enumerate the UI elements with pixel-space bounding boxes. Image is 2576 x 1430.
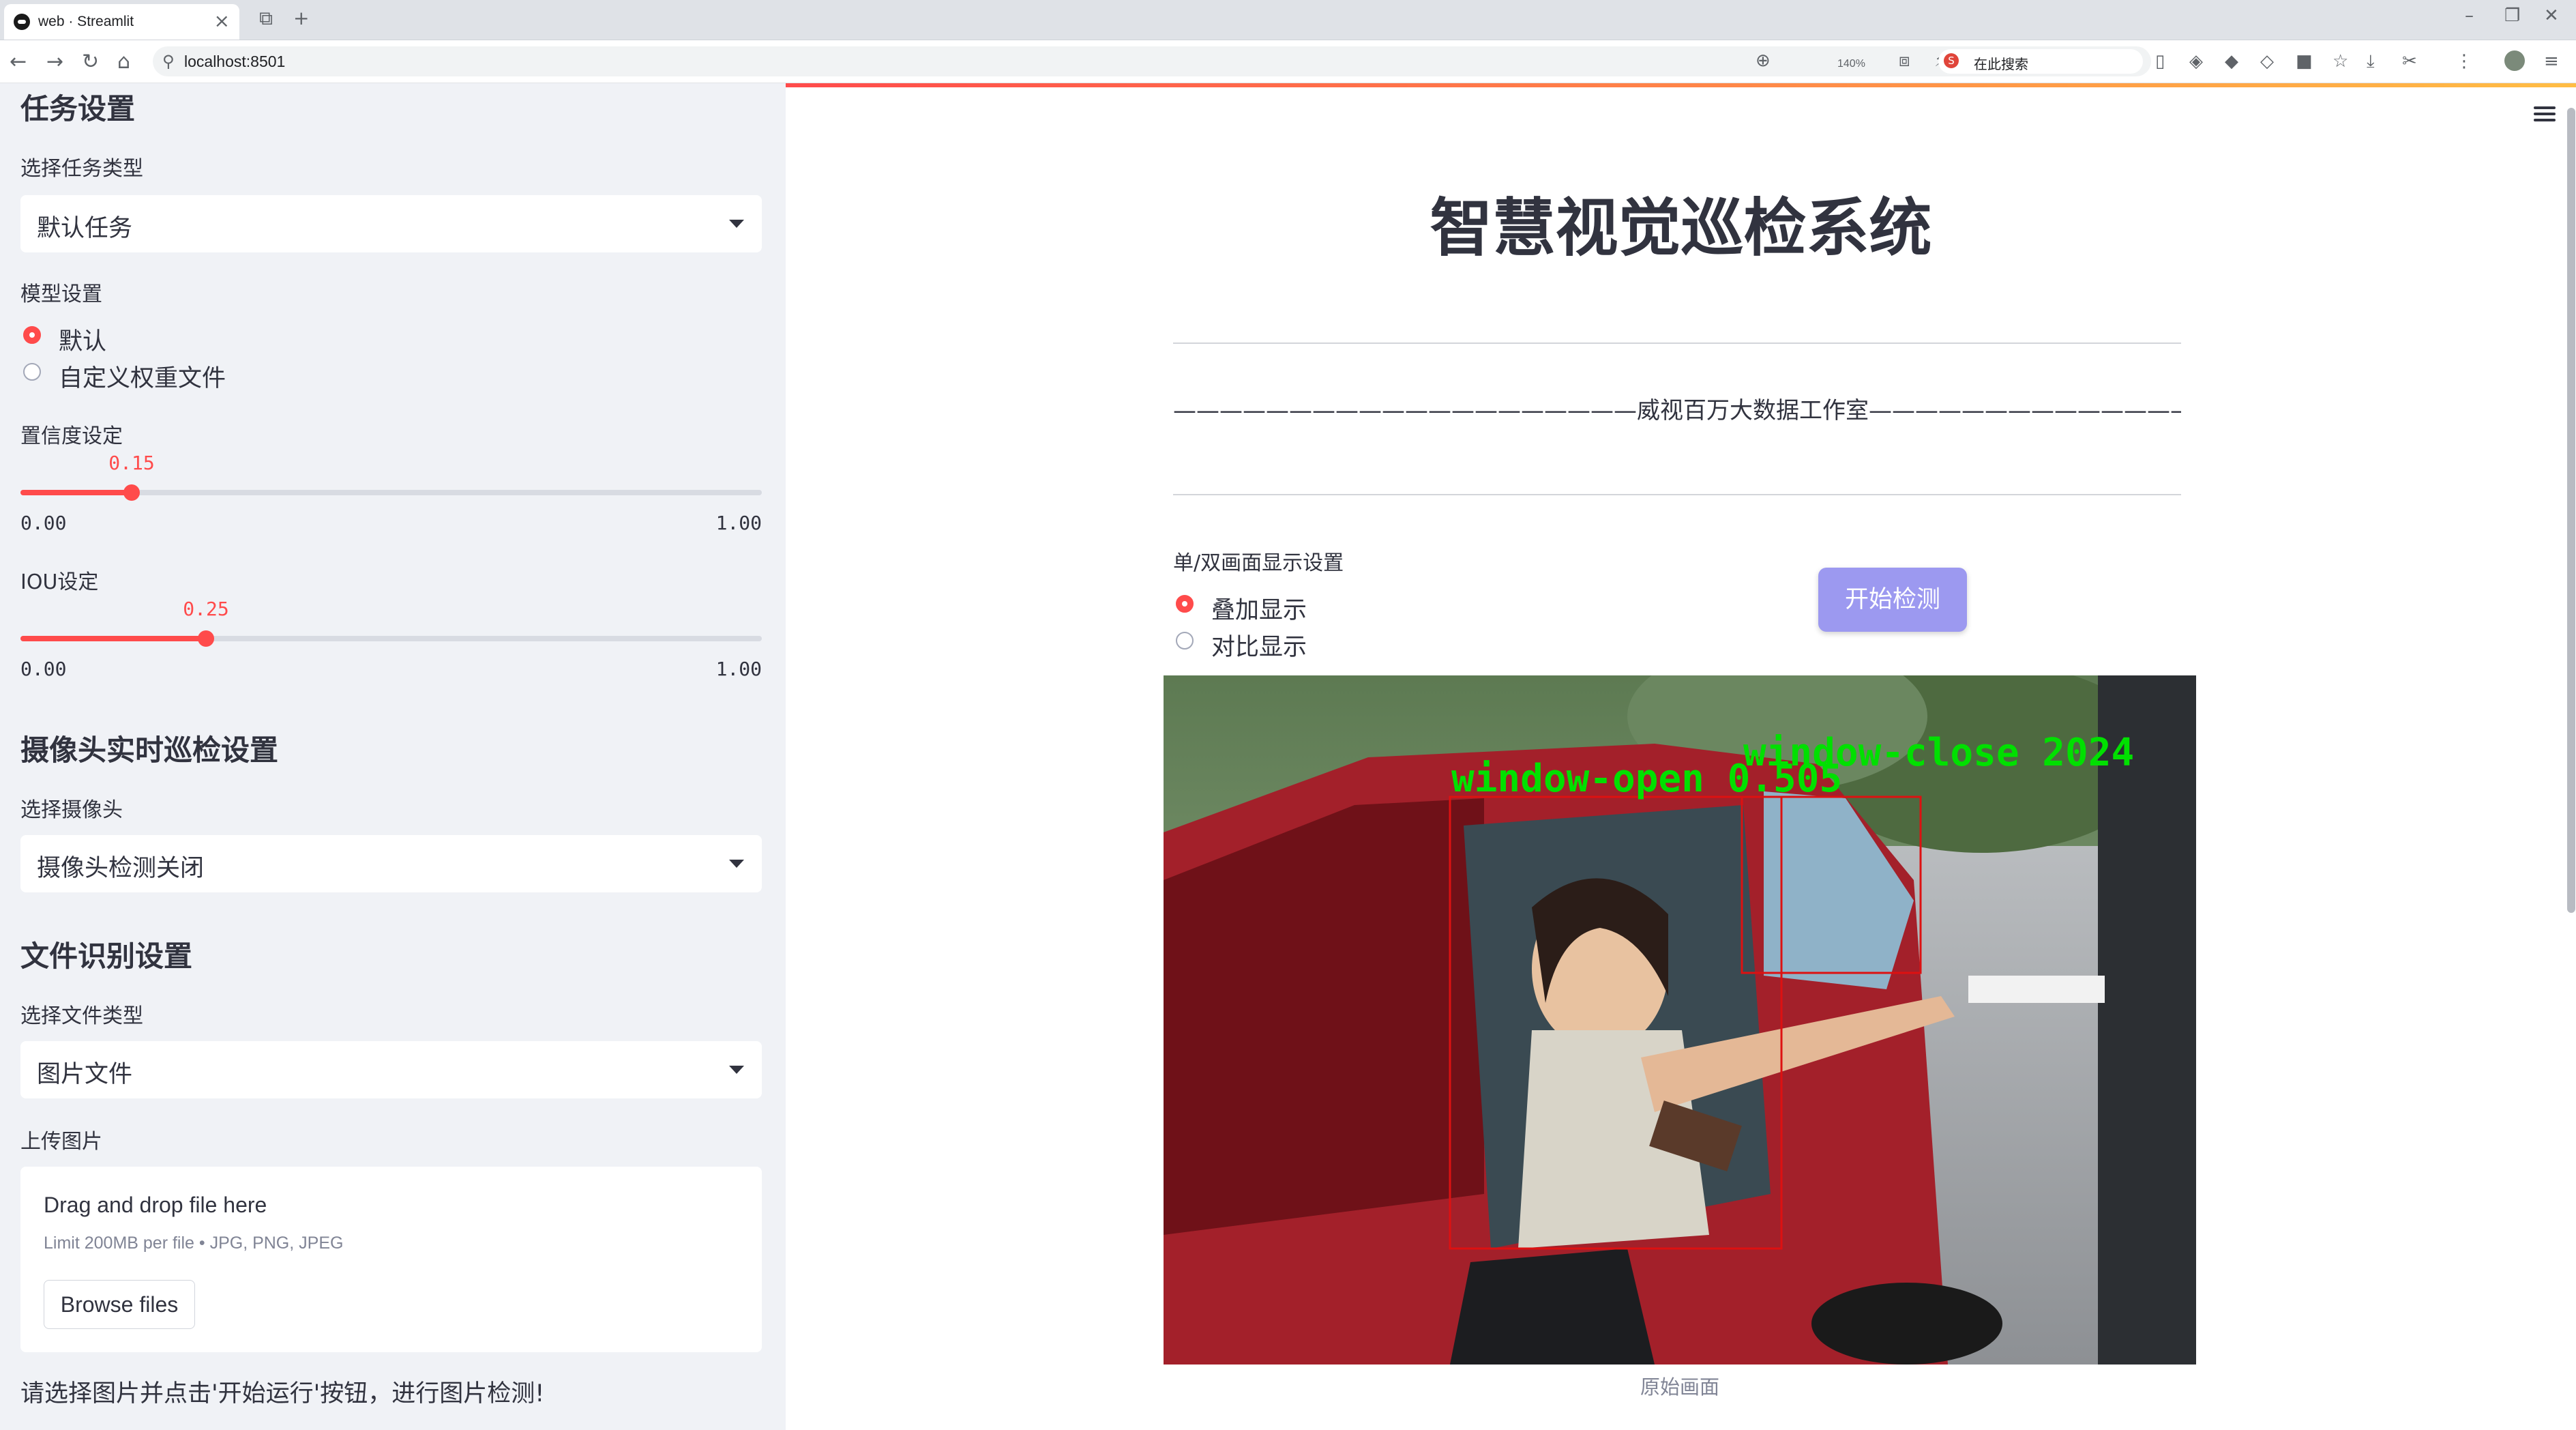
forward-icon[interactable]: → xyxy=(46,50,63,74)
model-option-label: 默认 xyxy=(59,328,107,355)
radio-unchecked-icon[interactable] xyxy=(1176,632,1194,650)
radio-checked-icon[interactable] xyxy=(1176,595,1194,613)
extension-icon[interactable]: ◇ xyxy=(2260,51,2274,72)
extension-icon[interactable]: ◆ xyxy=(2225,51,2238,72)
divider xyxy=(1173,342,2181,344)
browse-files-button[interactable]: Browse files xyxy=(44,1280,195,1329)
slider-value: 0.25 xyxy=(183,598,229,620)
main-menu-icon[interactable] xyxy=(2534,106,2556,124)
new-tab-icon[interactable]: + xyxy=(293,7,309,29)
home-icon[interactable]: ⌂ xyxy=(117,50,130,74)
confidence-slider[interactable]: 0.15 0.00 1.00 xyxy=(20,452,762,547)
model-option-label: 自定义权重文件 xyxy=(59,365,226,392)
main-content: 智慧视觉巡检系统 ————————————————————威视百万大数据工作室—… xyxy=(786,83,2576,1430)
streamlit-favicon-icon xyxy=(14,14,30,30)
task-type-label: 选择任务类型 xyxy=(20,157,143,181)
back-icon[interactable]: ← xyxy=(10,50,27,74)
detection-image-svg: window-open 0.505 window-close 2024 xyxy=(1164,675,2196,1365)
decoration-bar xyxy=(786,83,2576,87)
slider-fill xyxy=(20,636,206,641)
radio-unchecked-icon[interactable] xyxy=(23,363,41,381)
tab-search-icon[interactable]: ⧉ xyxy=(259,7,273,30)
search-engine-icon[interactable]: S xyxy=(1944,53,1959,68)
site-info-icon[interactable]: ⚲ xyxy=(162,52,175,71)
bookmarks-icon[interactable]: ☆ xyxy=(2333,51,2348,72)
task-type-select[interactable]: 默认任务 xyxy=(20,195,762,252)
slider-value: 0.15 xyxy=(108,452,155,474)
chevron-down-icon xyxy=(729,1066,744,1074)
iou-slider[interactable]: 0.25 0.00 1.00 xyxy=(20,598,762,693)
slider-min: 0.00 xyxy=(20,658,67,680)
task-type-value: 默认任务 xyxy=(37,215,133,242)
slider-fill xyxy=(20,490,132,495)
file-type-label: 选择文件类型 xyxy=(20,1004,143,1028)
page-subtitle: ————————————————————威视百万大数据工作室——————————… xyxy=(1173,397,2181,424)
camera-select[interactable]: 摄像头检测关闭 xyxy=(20,835,762,892)
upload-title: Drag and drop file here xyxy=(44,1193,267,1217)
extension-icon[interactable]: ◈ xyxy=(2189,51,2203,72)
camera-section-title: 摄像头实时巡检设置 xyxy=(20,733,279,767)
camera-label: 选择摄像头 xyxy=(20,798,123,822)
download-icon[interactable]: ⤓ xyxy=(2367,51,2375,72)
slider-max: 1.00 xyxy=(715,512,762,534)
minimize-icon[interactable]: – xyxy=(2465,5,2474,26)
extension-icon[interactable]: ■ xyxy=(2296,51,2313,72)
zoom-icon[interactable]: ⊕ xyxy=(1756,50,1771,71)
reload-icon[interactable]: ↻ xyxy=(82,50,99,74)
sidebar: 任务设置 选择任务类型 默认任务 模型设置 默认 自定义权重文件 置信度设定 0… xyxy=(0,83,786,1430)
radio-checked-icon[interactable] xyxy=(23,326,41,344)
scissors-icon[interactable]: ✂ xyxy=(2402,51,2417,72)
display-mode-label: 单/双画面显示设置 xyxy=(1173,551,1344,575)
upload-label: 上传图片 xyxy=(20,1130,102,1154)
image-caption: 原始画面 xyxy=(1640,1375,1719,1399)
confidence-label: 置信度设定 xyxy=(20,424,123,448)
model-label: 模型设置 xyxy=(20,282,102,306)
browser-tab[interactable]: web · Streamlit × xyxy=(4,4,239,40)
profile-avatar[interactable] xyxy=(2504,50,2525,71)
search-input[interactable]: 在此搜索 xyxy=(1974,53,2028,73)
detection-image: window-open 0.505 window-close 2024 xyxy=(1164,675,2196,1365)
restore-icon[interactable]: ❐ xyxy=(2504,5,2520,26)
page-title: 智慧视觉巡检系统 xyxy=(1430,192,1932,265)
close-window-icon[interactable]: ✕ xyxy=(2544,5,2559,26)
tab-title: web · Streamlit xyxy=(38,14,134,29)
slider-thumb[interactable] xyxy=(123,484,140,501)
address-bar[interactable]: ⚲ localhost:8501 140% ⊕ ⧈ ⚡ ▣ ➦ ☆ xyxy=(153,46,2151,76)
translate-icon[interactable]: ⧈ xyxy=(1899,50,1910,72)
task-section-title: 任务设置 xyxy=(20,92,136,126)
file-section-title: 文件识别设置 xyxy=(20,939,193,973)
slider-thumb[interactable] xyxy=(198,630,214,647)
slider-track[interactable] xyxy=(20,636,762,641)
slider-min: 0.00 xyxy=(20,512,67,534)
phone-icon[interactable]: ▯ xyxy=(2155,51,2165,72)
streamlit-app: 任务设置 选择任务类型 默认任务 模型设置 默认 自定义权重文件 置信度设定 0… xyxy=(0,83,2576,1430)
zoom-level[interactable]: 140% xyxy=(1837,58,1865,70)
file-uploader-dropzone[interactable]: Drag and drop file here Limit 200MB per … xyxy=(20,1167,762,1352)
chevron-down-icon xyxy=(729,220,744,228)
display-option-label: 对比显示 xyxy=(1211,634,1307,661)
display-option-label: 叠加显示 xyxy=(1211,597,1307,624)
detection-label: window-close 2024 xyxy=(1743,731,2134,775)
sidebar-hint: 请选择图片并点击'开始运行'按钮，进行图片检测! xyxy=(20,1380,545,1407)
menu-icon[interactable]: ≡ xyxy=(2544,51,2559,72)
camera-value: 摄像头检测关闭 xyxy=(37,855,205,882)
chevron-down-icon xyxy=(729,860,744,868)
slider-max: 1.00 xyxy=(715,658,762,680)
browser-tab-bar: web · Streamlit × ⧉ + – ❐ ✕ xyxy=(0,0,2576,40)
file-type-value: 图片文件 xyxy=(37,1061,133,1088)
browser-toolbar: ← → ↻ ⌂ ⚲ localhost:8501 140% ⊕ ⧈ ⚡ ▣ ➦ … xyxy=(0,40,2576,83)
iou-label: IOU设定 xyxy=(20,570,99,594)
browser-search-box[interactable]: S 在此搜索 xyxy=(1938,49,2143,74)
divider xyxy=(1173,494,2181,495)
url-text[interactable]: localhost:8501 xyxy=(184,53,285,71)
start-detection-button[interactable]: 开始检测 xyxy=(1818,568,1967,632)
upload-limit: Limit 200MB per file • JPG, PNG, JPEG xyxy=(44,1234,344,1253)
file-type-select[interactable]: 图片文件 xyxy=(20,1041,762,1098)
tab-close-icon[interactable]: × xyxy=(214,10,230,32)
more-icon[interactable]: ⋮ xyxy=(2455,51,2473,72)
